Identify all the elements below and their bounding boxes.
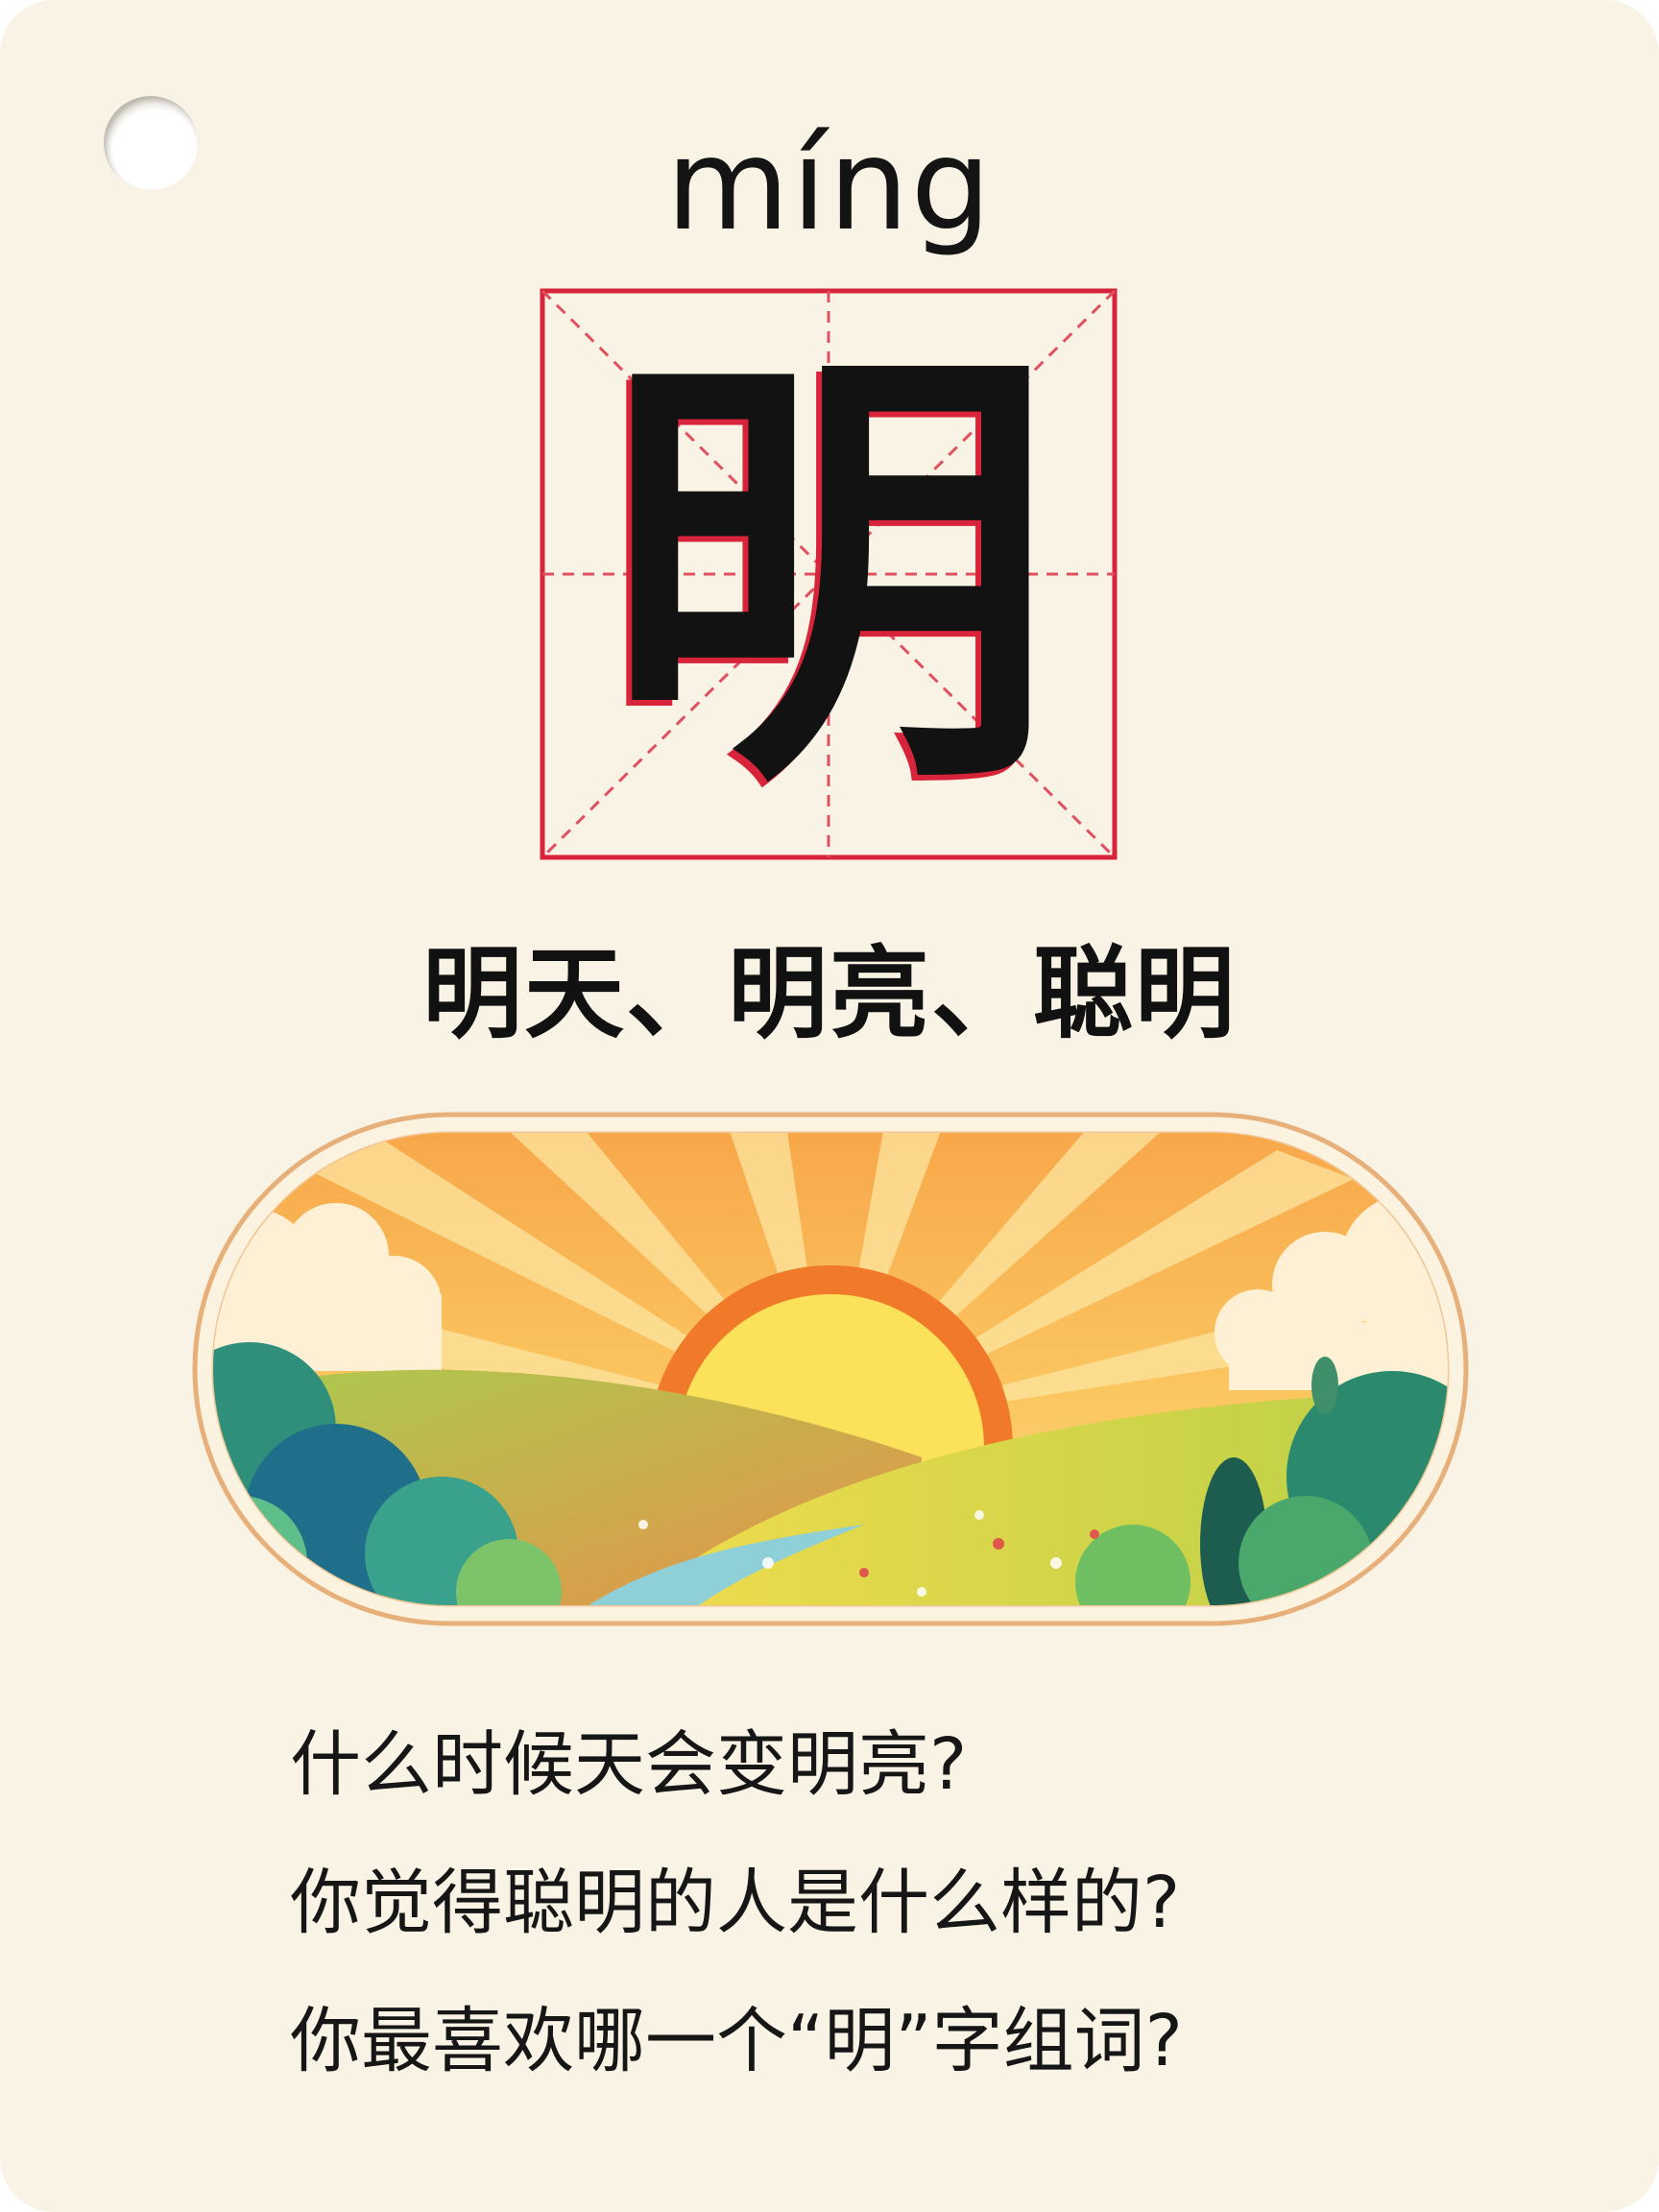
main-character: 明 [603, 309, 1054, 839]
example-words: 明天、明亮、聪明 [421, 935, 1237, 1052]
question-item: 什么时候天会变明亮? [290, 1723, 968, 1806]
sunrise-illustration [192, 1112, 1469, 1626]
question-item: 你最喜欢哪一个“明”字组词? [290, 2000, 1183, 2082]
sunrise-over-hills-image [192, 1112, 1469, 1626]
question-list: 什么时候天会变明亮? 你觉得聪明的人是什么样的? 你最喜欢哪一个“明”字组词? [290, 1695, 1557, 2110]
flash-card: míng 明 明天、明亮、聪明 什么时候天会变明亮? 你觉得聪明的人是什么样的?… [0, 0, 1659, 2212]
tian-zi-grid: 明 [540, 288, 1118, 860]
pinyin: míng [665, 111, 994, 259]
question-item: 你觉得聪明的人是什么样的? [290, 1862, 1181, 1944]
